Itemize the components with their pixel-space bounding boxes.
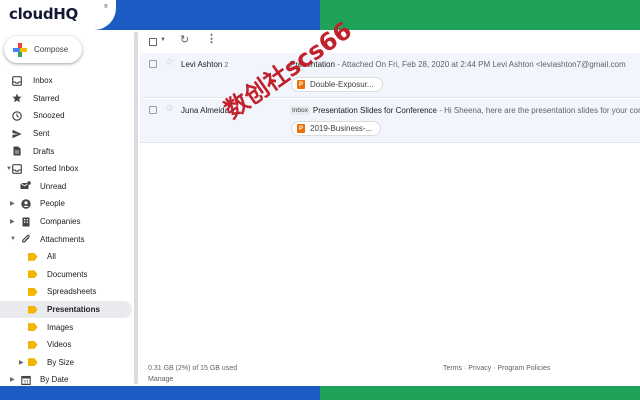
cloudhq-logo: cloudHQ ® bbox=[0, 0, 116, 30]
expand-arrow-icon[interactable]: ▶ bbox=[10, 218, 15, 225]
inbox-badge: Inbox bbox=[290, 106, 310, 115]
sidebar-item-spreadsheets[interactable]: Spreadsheets bbox=[0, 283, 132, 301]
thread-count: 2 bbox=[224, 62, 229, 69]
sidebar-item-people[interactable]: ▶ People bbox=[0, 195, 132, 213]
inbox-icon bbox=[11, 75, 22, 86]
sidebar-item-all[interactable]: All bbox=[0, 248, 132, 266]
email-subject: Presentation Slides for Conference bbox=[312, 106, 437, 115]
compose-label: Compose bbox=[34, 45, 69, 54]
star-icon bbox=[11, 93, 22, 104]
sidebar-item-label: Spreadsheets bbox=[47, 287, 97, 297]
sidebar-item-unread[interactable]: Unread bbox=[0, 178, 132, 196]
sidebar-item-label: By Date bbox=[40, 375, 69, 385]
attachment-name: 2019-Business-... bbox=[310, 124, 373, 133]
sidebar-item-label: Starred bbox=[33, 93, 60, 103]
email-snippet: - Attached On Fri, Feb 28, 2020 at 2:44 … bbox=[334, 60, 626, 69]
logo-text: cloudHQ bbox=[9, 5, 78, 23]
sidebar-item-label: Documents bbox=[47, 269, 88, 279]
send-icon bbox=[11, 128, 22, 139]
sidebar-item-sorted-inbox[interactable]: ▼ Sorted Inbox bbox=[0, 160, 132, 178]
unread-mail-icon bbox=[20, 181, 31, 192]
label-tag-icon bbox=[27, 322, 38, 333]
storage-usage: 0.31 GB (2%) of 15 GB used bbox=[148, 365, 238, 372]
email-summary: Inbox Presentation Slides for Conference … bbox=[290, 106, 640, 115]
more-vert-icon[interactable]: ⋮ bbox=[206, 32, 217, 45]
sidebar-item-label: Inbox bbox=[33, 76, 53, 86]
svg-text:31: 31 bbox=[23, 379, 29, 384]
sidebar-item-companies[interactable]: ▶ Companies bbox=[0, 213, 132, 231]
sidebar-item-label: Attachments bbox=[40, 234, 85, 244]
sidebar-item-attachments[interactable]: ▼ Attachments bbox=[0, 230, 132, 248]
gmail-window: Compose Inbox Starred Snoozed Sent Drafts ▼ So… bbox=[0, 16, 640, 386]
label-tag-icon bbox=[27, 251, 38, 262]
inbox-icon bbox=[11, 163, 22, 174]
sidebar-item-label: Sent bbox=[33, 129, 50, 139]
building-icon bbox=[20, 216, 31, 227]
sidebar-item-label: Companies bbox=[40, 217, 81, 227]
chevron-down-icon[interactable]: ▼ bbox=[160, 37, 166, 43]
sidebar-item-label: Videos bbox=[47, 340, 72, 350]
sidebar-item-sent[interactable]: Sent bbox=[0, 125, 132, 143]
mail-list: ▼ ↻ ⋮ ☆ Levi Ashton 2 Presentation - Atta… bbox=[140, 30, 640, 386]
sidebar-item-snoozed[interactable]: Snoozed bbox=[0, 107, 132, 125]
email-sender: Juna Almeida bbox=[181, 106, 230, 115]
sidebar-item-images[interactable]: Images bbox=[0, 318, 132, 336]
email-row[interactable]: ☆ Juna Almeida Inbox Presentation Slides … bbox=[140, 99, 640, 143]
draft-icon bbox=[11, 146, 22, 157]
plus-icon bbox=[13, 42, 27, 57]
sidebar-item-by-size[interactable]: ▶ By Size bbox=[0, 354, 132, 372]
sidebar-item-label: Unread bbox=[40, 181, 67, 191]
sidebar-item-label: Drafts bbox=[33, 146, 55, 156]
sidebar: Compose Inbox Starred Snoozed Sent Drafts ▼ So… bbox=[0, 30, 140, 386]
clock-icon bbox=[11, 110, 22, 121]
toolbar: ▼ ↻ ⋮ bbox=[140, 30, 640, 52]
sidebar-item-label: Sorted Inbox bbox=[33, 164, 79, 174]
row-checkbox[interactable] bbox=[149, 106, 157, 114]
calendar-icon: 31 bbox=[20, 374, 31, 385]
star-icon[interactable]: ☆ bbox=[165, 103, 174, 114]
manage-storage-link[interactable]: Manage bbox=[148, 376, 173, 383]
expand-arrow-icon[interactable]: ▶ bbox=[19, 359, 24, 366]
star-icon[interactable]: ☆ bbox=[165, 57, 174, 68]
label-tag-icon bbox=[27, 339, 38, 350]
email-sender: Levi Ashton 2 bbox=[181, 60, 229, 69]
sidebar-item-by-date[interactable]: ▶ 31 By Date bbox=[0, 371, 132, 389]
expand-arrow-icon[interactable]: ▶ bbox=[10, 376, 15, 383]
compose-button[interactable]: Compose bbox=[4, 36, 82, 63]
person-icon bbox=[20, 198, 31, 209]
sidebar-item-presentations[interactable]: Presentations bbox=[0, 300, 132, 319]
presentation-file-icon: P bbox=[297, 124, 305, 133]
collapse-arrow-icon[interactable]: ▼ bbox=[10, 236, 16, 242]
label-tag-icon bbox=[27, 286, 38, 297]
sidebar-item-inbox[interactable]: Inbox bbox=[0, 72, 132, 90]
sidebar-item-label: Images bbox=[47, 322, 74, 332]
email-summary: Presentation - Attached On Fri, Feb 28, … bbox=[290, 60, 640, 69]
sidebar-item-starred[interactable]: Starred bbox=[0, 90, 132, 108]
email-row[interactable]: ☆ Levi Ashton 2 Presentation - Attached O… bbox=[140, 53, 640, 98]
attachment-name: Double-Exposur... bbox=[310, 80, 374, 89]
select-all-checkbox[interactable] bbox=[149, 38, 157, 46]
sidebar-item-label: Presentations bbox=[47, 305, 100, 315]
sidebar-item-label: By Size bbox=[47, 357, 75, 367]
expand-arrow-icon[interactable]: ▶ bbox=[10, 200, 15, 207]
label-tag-icon bbox=[27, 304, 38, 315]
sidebar-item-label: All bbox=[47, 252, 56, 262]
refresh-icon[interactable]: ↻ bbox=[180, 33, 189, 46]
sidebar-nav: Inbox Starred Snoozed Sent Drafts ▼ Sorted Inb… bbox=[0, 72, 140, 389]
attachment-chip[interactable]: P 2019-Business-... bbox=[291, 121, 382, 136]
sidebar-item-label: People bbox=[40, 199, 65, 209]
sidebar-item-documents[interactable]: Documents bbox=[0, 266, 132, 284]
attachment-chip[interactable]: P Double-Exposur... bbox=[291, 77, 383, 92]
row-checkbox[interactable] bbox=[149, 60, 157, 68]
sidebar-scrollbar[interactable] bbox=[134, 32, 138, 384]
email-snippet: - Hi Sheena, here are the presentation s… bbox=[436, 106, 640, 115]
sidebar-item-videos[interactable]: Videos bbox=[0, 336, 132, 354]
sidebar-item-drafts[interactable]: Drafts bbox=[0, 142, 132, 160]
sidebar-item-label: Snoozed bbox=[33, 111, 65, 121]
logo-trademark: ® bbox=[104, 4, 108, 10]
label-tag-icon bbox=[27, 357, 38, 368]
paperclip-icon bbox=[20, 234, 31, 245]
footer-links[interactable]: Terms · Privacy · Program Policies bbox=[443, 365, 550, 372]
label-tag-icon bbox=[27, 269, 38, 280]
